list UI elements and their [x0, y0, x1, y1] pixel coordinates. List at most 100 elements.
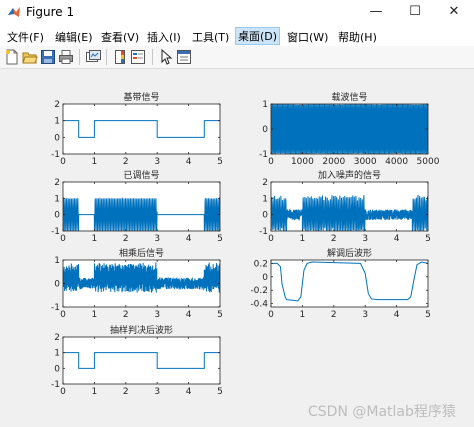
close-button[interactable]: ✕	[435, 0, 473, 26]
subplot-title: 载波信号	[331, 91, 367, 103]
x-tick-label: 4000	[385, 157, 408, 167]
y-tick-label: -1	[259, 227, 268, 237]
y-tick-label: 1	[54, 194, 60, 204]
y-tick-label: 2	[54, 100, 60, 110]
x-tick-label: 1	[300, 234, 306, 244]
menu-help[interactable]: 帮助(H)	[338, 29, 377, 45]
x-tick-label: 5	[217, 234, 223, 244]
y-tick-label: 2	[54, 333, 60, 343]
subplot-title: 相乘后信号	[119, 247, 164, 259]
y-tick-label: 0	[262, 125, 268, 135]
y-tick-label: -1	[51, 380, 60, 390]
y-tick-label: 1	[262, 100, 268, 110]
x-tick-label: 2000	[322, 157, 345, 167]
y-tick-label: 0	[262, 273, 268, 283]
y-tick-label: 0	[54, 211, 60, 221]
toolbar-separator	[106, 49, 107, 65]
x-tick-label: 3	[154, 234, 160, 244]
x-tick-label: 0	[60, 234, 66, 244]
maximize-button[interactable]: ☐	[396, 0, 434, 26]
x-tick-label: 4	[394, 234, 400, 244]
window-title: Figure 1	[26, 5, 75, 19]
y-tick-label: 0	[54, 364, 60, 374]
x-tick-label: 0	[268, 234, 274, 244]
figure-plots: 0 1 2 3 4 5210-1基带信号0 1000 2000 3000 4000 500010-1…	[51, 91, 440, 397]
edit-plot-icon[interactable]	[158, 49, 174, 65]
y-tick-label: -1	[51, 227, 60, 237]
y-tick-label: 0.2	[254, 259, 268, 269]
x-tick-label: 1000	[291, 157, 314, 167]
subplot-title: 抽样判决后波形	[110, 324, 173, 336]
x-tick-label: 2	[331, 234, 337, 244]
x-tick-label: 0	[268, 157, 274, 167]
x-tick-label: 1	[92, 234, 98, 244]
title-bar: Figure 1 — ☐ ✕	[0, 0, 474, 26]
x-tick-label: 2	[331, 310, 337, 320]
x-tick-label: 3	[154, 157, 160, 167]
series-line	[271, 104, 428, 154]
subplot-title: 基带信号	[123, 91, 159, 103]
x-tick-label: 4	[186, 234, 192, 244]
x-tick-label: 1	[92, 157, 98, 167]
x-tick-label: 4	[186, 310, 192, 320]
axes-background	[63, 104, 220, 154]
x-tick-label: 4	[186, 387, 192, 397]
y-tick-label: 1	[54, 256, 60, 266]
x-tick-label: 5000	[417, 157, 440, 167]
y-tick-label: 0	[54, 133, 60, 143]
menu-view[interactable]: 查看(V)	[101, 29, 139, 45]
insert-legend-icon[interactable]	[130, 49, 146, 65]
toolbar-separator	[79, 49, 80, 65]
subplot-4: 0 1 2 3 4 5210-1加入噪声的信号	[259, 169, 431, 244]
menu-window[interactable]: 窗口(W)	[287, 29, 328, 45]
y-tick-label: 2	[54, 178, 60, 188]
save-icon[interactable]	[40, 49, 56, 65]
x-tick-label: 1	[92, 310, 98, 320]
menu-file[interactable]: 文件(F)	[7, 29, 44, 45]
x-tick-label: 2	[123, 157, 129, 167]
property-inspector-icon[interactable]	[176, 49, 192, 65]
menu-edit[interactable]: 编辑(E)	[55, 29, 93, 45]
y-tick-label: 1	[54, 117, 60, 127]
x-tick-label: 3	[154, 310, 160, 320]
x-tick-label: 2	[123, 234, 129, 244]
print-icon[interactable]	[58, 49, 74, 65]
x-tick-label: 3	[362, 234, 368, 244]
watermark-text: CSDN @Matlab程序猿	[308, 404, 456, 420]
x-tick-label: 1	[300, 310, 306, 320]
y-tick-label: 1	[54, 349, 60, 359]
x-tick-label: 3	[154, 387, 160, 397]
subplot-2: 0 1000 2000 3000 4000 500010-1载波信号	[259, 91, 440, 167]
x-tick-label: 3	[362, 310, 368, 320]
minimize-button[interactable]: —	[357, 0, 395, 26]
x-tick-label: 5	[217, 157, 223, 167]
subplot-title: 解调后波形	[327, 247, 372, 259]
x-tick-label: 1	[92, 387, 98, 397]
y-tick-label: 0	[262, 211, 268, 221]
toolbar	[0, 46, 474, 69]
subplot-3: 0 1 2 3 4 5210-1已调信号	[51, 169, 223, 244]
x-tick-label: 2	[123, 310, 129, 320]
new-figure-icon[interactable]	[4, 49, 20, 65]
y-tick-label: -1	[259, 150, 268, 160]
menu-desktop[interactable]: 桌面(D)	[234, 27, 281, 45]
subplot-7: 0 1 2 3 4 5210-1抽样判决后波形	[51, 324, 223, 397]
x-tick-label: 3000	[354, 157, 377, 167]
y-tick-label: -1	[51, 150, 60, 160]
x-tick-label: 0	[60, 387, 66, 397]
x-tick-label: 0	[268, 310, 274, 320]
open-file-icon[interactable]	[22, 49, 38, 65]
menu-tools[interactable]: 工具(T)	[192, 29, 229, 45]
x-tick-label: 5	[217, 310, 223, 320]
y-tick-label: -0.2	[250, 286, 268, 296]
menu-insert[interactable]: 插入(I)	[147, 29, 181, 45]
insert-colorbar-icon[interactable]	[112, 49, 128, 65]
x-tick-label: 5	[217, 387, 223, 397]
subplot-title: 加入噪声的信号	[318, 169, 381, 181]
subplot-title: 已调信号	[123, 169, 159, 181]
x-tick-label: 4	[394, 310, 400, 320]
y-tick-label: -0.4	[250, 300, 268, 310]
link-plot-icon[interactable]	[85, 49, 101, 65]
subplot-5: 0 1 2 3 4 510-1相乘后信号	[51, 247, 223, 320]
subplot-6: 0 1 2 3 4 5 0.2 0 -0.2 -0.4 解调后波形	[250, 247, 430, 320]
